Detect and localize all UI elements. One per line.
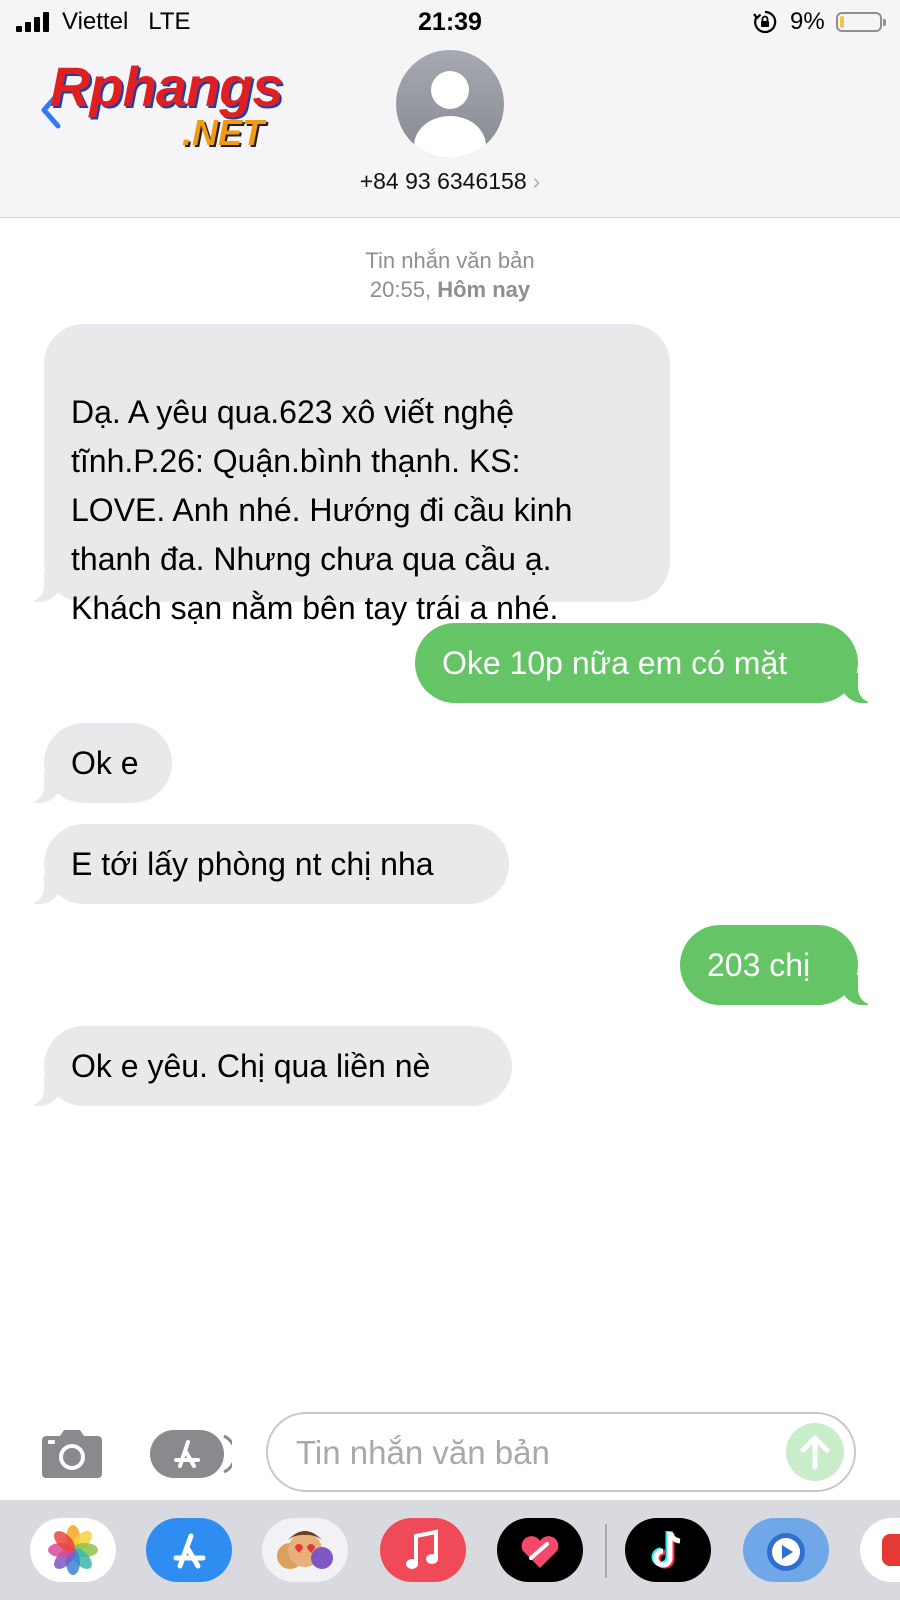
message-text: Oke 10p nữa em có mặt (442, 645, 788, 681)
incoming-message[interactable]: Ok e (18, 723, 172, 803)
conversation-header: Viettel LTE 21:39 9% Rphangs .NET +84 93… (0, 0, 900, 218)
incoming-message[interactable]: E tới lấy phòng nt chị nha (18, 824, 509, 904)
message-input-container (266, 1412, 856, 1492)
contact-number-text: +84 93 6346158 (359, 168, 527, 194)
message-text: 203 chị (707, 947, 811, 983)
logo-text: Rphangs (50, 55, 284, 118)
message-time: 20:55, (369, 277, 432, 302)
music-app-icon[interactable] (743, 1518, 829, 1582)
chevron-right-icon: › (532, 168, 541, 194)
outgoing-message[interactable]: Oke 10p nữa em có mặt (415, 623, 884, 703)
incoming-message[interactable]: Ok e yêu. Chị qua liền nè (18, 1026, 512, 1106)
person-silhouette-icon (414, 71, 486, 158)
photos-icon[interactable] (30, 1518, 116, 1582)
tiktok-icon[interactable] (625, 1518, 711, 1582)
app-store-icon[interactable] (150, 1428, 232, 1480)
message-day: Hôm nay (437, 277, 531, 302)
rotation-lock-icon (753, 10, 777, 34)
battery-percent: 9% (790, 8, 825, 35)
message-text: Dạ. A yêu qua.623 xô viết nghệ tĩnh.P.26… (71, 394, 573, 626)
outgoing-message[interactable]: 203 chị (680, 925, 884, 1005)
arrow-up-icon[interactable] (786, 1423, 844, 1481)
message-text: Ok e yêu. Chị qua liền nè (71, 1048, 431, 1084)
message-input[interactable] (294, 1428, 748, 1478)
conversation-timestamp: Tin nhắn văn bản 20:55, Hôm nay (0, 246, 900, 304)
contact-number[interactable]: +84 93 6346158 › (0, 168, 900, 195)
watermark-logo: Rphangs .NET (42, 54, 322, 154)
music-icon[interactable] (380, 1518, 466, 1582)
message-text: E tới lấy phòng nt chị nha (71, 846, 434, 882)
logo-subtext: .NET (182, 112, 265, 153)
contact-avatar[interactable] (396, 50, 504, 158)
digital-touch-icon[interactable] (497, 1518, 583, 1582)
partial-app-icon[interactable] (860, 1518, 900, 1582)
status-bar: Viettel LTE 21:39 9% (0, 0, 900, 44)
camera-icon[interactable] (40, 1428, 104, 1480)
battery-icon (836, 12, 886, 32)
memoji-icon[interactable] (262, 1518, 348, 1582)
message-type-label: Tin nhắn văn bản (365, 248, 535, 273)
imessage-app-drawer (0, 1500, 900, 1600)
incoming-message[interactable]: Dạ. A yêu qua.623 xô viết nghệ tĩnh.P.26… (18, 324, 670, 626)
app-store-icon[interactable] (146, 1518, 232, 1582)
message-text: Ok e (71, 745, 139, 781)
dock-separator (605, 1524, 607, 1578)
